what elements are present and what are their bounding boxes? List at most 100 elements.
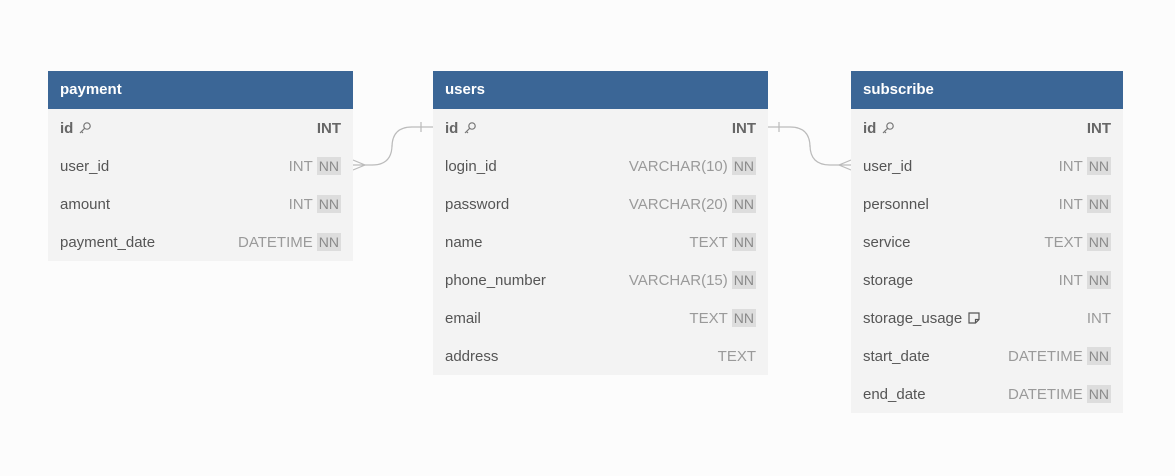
relation-users-subscribe: [768, 126, 851, 166]
not-null-badge: NN: [1086, 233, 1111, 251]
not-null-badge: NN: [1086, 385, 1111, 403]
field-type: INT: [1058, 157, 1083, 175]
field-name: phone_number: [445, 272, 629, 289]
field-name: login_id: [445, 158, 629, 175]
field-name-text: amount: [60, 195, 111, 213]
field-type: INT: [1086, 309, 1111, 327]
field-name: id: [60, 120, 317, 137]
users-field-phone_number[interactable]: phone_number VARCHAR(15) NN: [433, 261, 768, 299]
field-name-text: user_id: [863, 157, 913, 175]
field-name: amount: [60, 196, 289, 213]
field-type: TEXT: [689, 233, 728, 251]
field-name: id: [863, 120, 1087, 137]
not-null-badge: NN: [1086, 347, 1111, 365]
field-type: TEXT: [689, 309, 728, 327]
field-name: storage_usage: [863, 310, 1087, 327]
field-type: INT: [288, 195, 313, 213]
field-type: DATETIME: [1008, 385, 1083, 403]
field-name-text: user_id: [60, 157, 110, 175]
field-name-text: payment_date: [60, 233, 156, 251]
not-null-badge: NN: [731, 271, 756, 289]
subscribe-table[interactable]: subscribe id INT user_id INT NN personnel INT N…: [851, 71, 1123, 413]
field-name-text: name: [445, 233, 483, 251]
field-name-text: login_id: [445, 157, 497, 175]
payment-field-amount[interactable]: amount INT NN: [48, 185, 353, 223]
subscribe-field-user_id[interactable]: user_id INT NN: [851, 147, 1123, 185]
field-name: user_id: [863, 158, 1059, 175]
users-table-header[interactable]: users: [433, 71, 768, 109]
payment-table-header[interactable]: payment: [48, 71, 353, 109]
field-name-text: service: [863, 233, 911, 251]
users-field-name[interactable]: name TEXT NN: [433, 223, 768, 261]
subscribe-field-service[interactable]: service TEXT NN: [851, 223, 1123, 261]
users-field-address[interactable]: address TEXT: [433, 337, 768, 375]
users-field-id[interactable]: id INT: [433, 109, 768, 147]
subscribe-field-start_date[interactable]: start_date DATETIME NN: [851, 337, 1123, 375]
field-name-text: end_date: [863, 385, 926, 403]
field-type: INT: [1058, 195, 1083, 213]
field-name: password: [445, 196, 629, 213]
not-null-badge: NN: [316, 233, 341, 251]
field-type: DATETIME: [1008, 347, 1083, 365]
field-type: INT: [1058, 271, 1083, 289]
users-field-email[interactable]: email TEXT NN: [433, 299, 768, 337]
not-null-badge: NN: [1086, 157, 1111, 175]
field-type: INT: [316, 119, 341, 137]
not-null-badge: NN: [1086, 271, 1111, 289]
not-null-badge: NN: [316, 195, 341, 213]
field-type: VARCHAR(10): [628, 157, 728, 175]
payment-field-id[interactable]: id INT: [48, 109, 353, 147]
not-null-badge: NN: [1086, 195, 1111, 213]
not-null-badge: NN: [316, 157, 341, 175]
key-icon: [881, 121, 895, 135]
field-name: payment_date: [60, 234, 238, 251]
note-icon[interactable]: [967, 311, 981, 325]
field-type: INT: [731, 119, 756, 137]
field-name-text: personnel: [863, 195, 929, 213]
payment-field-payment_date[interactable]: payment_date DATETIME NN: [48, 223, 353, 261]
not-null-badge: NN: [731, 157, 756, 175]
field-name-text: id: [60, 119, 74, 137]
subscribe-field-storage[interactable]: storage INT NN: [851, 261, 1123, 299]
field-name-text: id: [445, 119, 459, 137]
payment-table[interactable]: payment id INT user_id INT NN amount INT NN paym…: [48, 71, 353, 261]
field-type: INT: [1086, 119, 1111, 137]
field-type: DATETIME: [238, 233, 313, 251]
field-name-text: email: [445, 309, 481, 327]
subscribe-field-storage_usage[interactable]: storage_usage INT: [851, 299, 1123, 337]
field-name: storage: [863, 272, 1059, 289]
field-name-text: phone_number: [445, 271, 546, 289]
field-name: end_date: [863, 386, 1008, 403]
relation-payment-users: [353, 126, 433, 166]
field-name-text: start_date: [863, 347, 930, 365]
field-name-text: password: [445, 195, 510, 213]
not-null-badge: NN: [731, 309, 756, 327]
users-field-password[interactable]: password VARCHAR(20) NN: [433, 185, 768, 223]
field-name-text: storage_usage: [863, 309, 963, 327]
field-type: TEXT: [717, 347, 756, 365]
key-icon: [78, 121, 92, 135]
field-name: personnel: [863, 196, 1059, 213]
field-type: VARCHAR(20): [628, 195, 728, 213]
field-name: id: [445, 120, 732, 137]
subscribe-table-header[interactable]: subscribe: [851, 71, 1123, 109]
payment-field-user_id[interactable]: user_id INT NN: [48, 147, 353, 185]
users-field-login_id[interactable]: login_id VARCHAR(10) NN: [433, 147, 768, 185]
subscribe-field-id[interactable]: id INT: [851, 109, 1123, 147]
subscribe-field-end_date[interactable]: end_date DATETIME NN: [851, 375, 1123, 413]
field-type: INT: [288, 157, 313, 175]
field-type: VARCHAR(15): [628, 271, 728, 289]
subscribe-field-personnel[interactable]: personnel INT NN: [851, 185, 1123, 223]
not-null-badge: NN: [731, 233, 756, 251]
field-name: address: [445, 348, 718, 365]
field-name: service: [863, 234, 1044, 251]
field-name: user_id: [60, 158, 289, 175]
key-icon: [463, 121, 477, 135]
field-name: name: [445, 234, 689, 251]
field-name: start_date: [863, 348, 1008, 365]
field-name-text: id: [863, 119, 877, 137]
field-name-text: storage: [863, 271, 914, 289]
field-name-text: address: [445, 347, 499, 365]
users-table[interactable]: users id INT login_id VARCHAR(10) NN password…: [433, 71, 768, 375]
field-name: email: [445, 310, 689, 327]
